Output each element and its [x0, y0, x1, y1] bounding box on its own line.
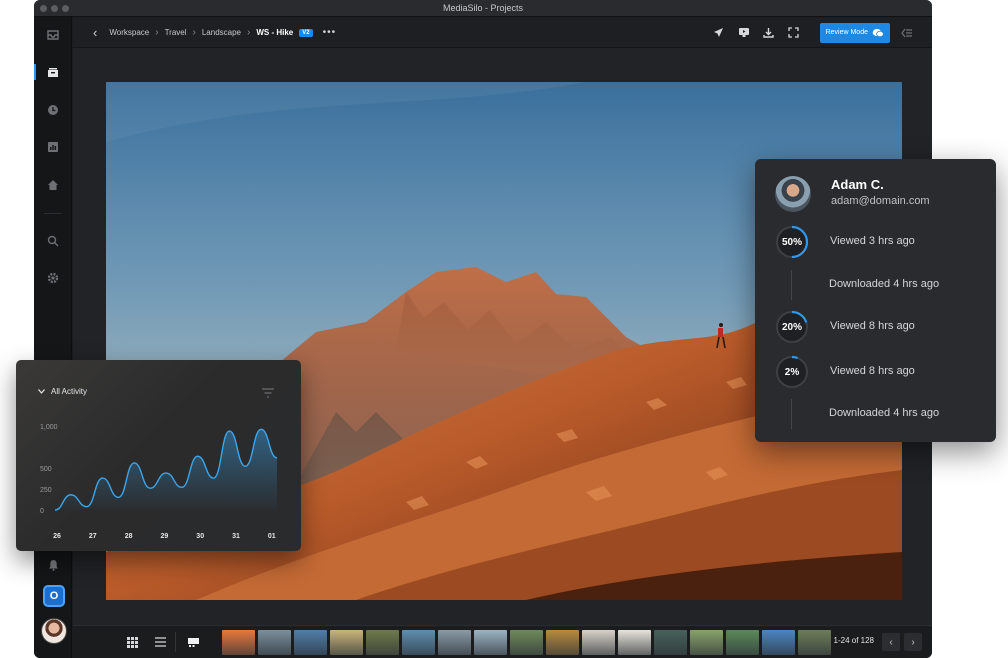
viewer-event-text: Viewed 8 hrs ago: [830, 365, 915, 377]
thumbnail[interactable]: [546, 630, 579, 655]
prev-page-button[interactable]: ‹: [882, 633, 900, 651]
filmstrip-view-icon[interactable]: [186, 635, 200, 649]
thumbnail[interactable]: [618, 630, 651, 655]
viewer-avatar: [775, 176, 811, 212]
thumbnail[interactable]: [690, 630, 723, 655]
thumbnail[interactable]: [366, 630, 399, 655]
mediasilo-logo-icon[interactable]: O: [43, 585, 65, 607]
grid-view-icon[interactable]: [125, 635, 139, 649]
thumbnail[interactable]: [222, 630, 255, 655]
progress-percent: 2%: [784, 366, 800, 378]
fullscreen-icon[interactable]: [786, 25, 802, 41]
thumbnail[interactable]: [294, 630, 327, 655]
list-view-icon[interactable]: [153, 635, 167, 649]
filmstrip-bar: 1-24 of 128 ‹ ›: [73, 625, 932, 658]
sidebar: O: [34, 17, 72, 658]
breadcrumb-separator-icon: ›: [247, 27, 251, 38]
y-axis-tick-label: 1,000: [40, 424, 58, 431]
thumbnail[interactable]: [654, 630, 687, 655]
thumbnail[interactable]: [438, 630, 471, 655]
breadcrumb-item-workspace[interactable]: Workspace: [109, 28, 149, 37]
viewer-event-text: Viewed 3 hrs ago: [830, 235, 915, 247]
thumbnail[interactable]: [762, 630, 795, 655]
progress-percent: 50%: [781, 236, 802, 248]
inbox-icon[interactable]: [43, 25, 63, 45]
filmstrip-divider: [175, 632, 176, 652]
breadcrumb-current: WS - Hike: [256, 28, 294, 37]
viewer-event-text: Downloaded 4 hrs ago: [829, 407, 940, 419]
viewer-event-text: Downloaded 4 hrs ago: [829, 278, 940, 290]
pagination-label: 1-24 of 128: [833, 636, 874, 645]
viewer-email: adam@domain.com: [831, 195, 930, 207]
review-mode-button[interactable]: Review Mode: [819, 22, 890, 43]
thumbnail[interactable]: [510, 630, 543, 655]
projects-icon[interactable]: [34, 62, 63, 82]
review-mode-label: Review Mode: [825, 29, 868, 36]
thumbnail[interactable]: [330, 630, 363, 655]
thumbnail[interactable]: [474, 630, 507, 655]
x-axis-tick-label: 01: [268, 533, 276, 540]
thumbnail[interactable]: [582, 630, 615, 655]
x-axis-tick-label: 28: [125, 533, 133, 540]
version-badge[interactable]: V2: [299, 28, 313, 37]
timeline-connector: [791, 399, 792, 429]
chat-bubbles-icon: [872, 28, 884, 37]
viewer-event-text: Viewed 8 hrs ago: [830, 320, 915, 332]
present-screen-icon[interactable]: [736, 25, 752, 41]
home-icon[interactable]: [43, 175, 63, 195]
activity-area-fill: [55, 429, 277, 510]
y-axis-tick-label: 0: [40, 508, 44, 515]
recent-clock-icon[interactable]: [43, 100, 63, 120]
y-axis-tick-label: 500: [40, 466, 52, 473]
thumbnail[interactable]: [402, 630, 435, 655]
activity-chart: 1,000 500 250 0 26 27 28 29 30 31 01: [40, 424, 278, 540]
progress-percent: 20%: [781, 321, 802, 333]
settings-gear-icon[interactable]: [43, 268, 63, 288]
notifications-bell-icon[interactable]: [43, 555, 63, 575]
thumbnail[interactable]: [258, 630, 291, 655]
title-bar: MediaSilo - Projects: [34, 0, 932, 17]
viewer-name: Adam C.: [831, 177, 884, 192]
collapse-panel-icon[interactable]: [900, 26, 914, 40]
breadcrumb-item-travel[interactable]: Travel: [165, 28, 187, 37]
thumbnail[interactable]: [726, 630, 759, 655]
search-icon[interactable]: [43, 231, 63, 251]
breadcrumb-separator-icon: ›: [155, 27, 159, 38]
user-avatar[interactable]: [41, 618, 67, 644]
x-axis-tick-label: 31: [232, 533, 240, 540]
toolbar-actions: Review Mode: [702, 17, 932, 48]
analytics-icon[interactable]: [43, 137, 63, 157]
top-toolbar: ‹ Workspace › Travel › Landscape › WS - …: [73, 17, 932, 48]
thumbnail[interactable]: [798, 630, 831, 655]
back-chevron-icon[interactable]: ‹: [93, 25, 97, 40]
activity-panel: All Activity 1,000 500 250 0 26 27 28 29 30 31 01: [16, 360, 301, 551]
y-axis-tick-label: 250: [40, 487, 52, 494]
x-axis-tick-label: 26: [53, 533, 61, 540]
timeline-connector: [791, 270, 792, 300]
x-axis-tick-label: 27: [89, 533, 97, 540]
viewer-activity-popover: Adam C. adam@domain.com 50% Viewed 3 hrs …: [755, 159, 996, 442]
breadcrumb: ‹ Workspace › Travel › Landscape › WS - …: [93, 17, 336, 48]
sidebar-divider: [44, 213, 62, 214]
more-options-icon[interactable]: •••: [323, 27, 337, 38]
download-icon[interactable]: [761, 25, 777, 41]
breadcrumb-separator-icon: ›: [192, 27, 196, 38]
window-title: MediaSilo - Projects: [442, 3, 524, 13]
x-axis-tick-label: 30: [196, 533, 204, 540]
x-axis-tick-label: 29: [161, 533, 169, 540]
next-page-button[interactable]: ›: [904, 633, 922, 651]
send-icon[interactable]: [711, 25, 727, 41]
breadcrumb-item-landscape[interactable]: Landscape: [202, 28, 241, 37]
